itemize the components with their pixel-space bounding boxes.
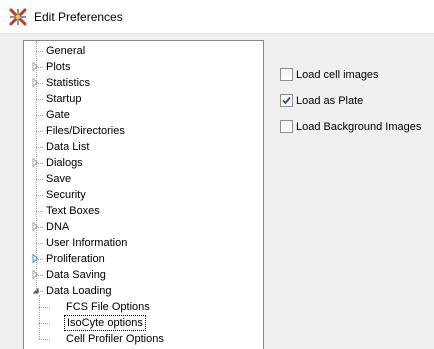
tree-connector xyxy=(36,243,43,244)
tree-item-label[interactable]: Save xyxy=(44,171,73,187)
tree-item-label[interactable]: Startup xyxy=(44,91,83,107)
load-as-plate-label[interactable]: Load as Plate xyxy=(296,93,363,109)
tree-item[interactable]: Text Boxes xyxy=(24,203,263,219)
tree-item[interactable]: General xyxy=(24,43,263,59)
load-cell-images-checkbox[interactable] xyxy=(280,68,293,81)
tree-item-label[interactable]: Statistics xyxy=(44,75,92,91)
tree-connector xyxy=(39,339,50,340)
tree-item[interactable]: Cell Profiler Options xyxy=(24,331,263,347)
tree-child-guide xyxy=(39,295,40,339)
app-x-logo-icon xyxy=(9,8,27,26)
tree-connector xyxy=(36,131,43,132)
tree-item[interactable]: Files/Directories xyxy=(24,123,263,139)
tree-item-label[interactable]: General xyxy=(44,43,87,59)
tree-item-label[interactable]: FCS File Options xyxy=(64,299,152,315)
load-background-images-checkbox[interactable] xyxy=(280,120,293,133)
tree-connector xyxy=(36,211,43,212)
tree-item-label[interactable]: Data List xyxy=(44,139,91,155)
tree-root-guide xyxy=(36,41,37,291)
tree-connector xyxy=(36,115,43,116)
tree-connector xyxy=(36,51,43,52)
tree-item-label[interactable]: Cell Profiler Options xyxy=(64,331,166,347)
tree-item[interactable]: DNA xyxy=(24,219,263,235)
tree-item-label[interactable]: User Information xyxy=(44,235,129,251)
tree-item[interactable]: User Information xyxy=(24,235,263,251)
tree-item-label[interactable]: IsoCyte options xyxy=(64,315,146,331)
tree-item-label[interactable]: Text Boxes xyxy=(44,203,102,219)
check-mark-icon xyxy=(282,96,291,105)
tree-item-label[interactable]: Dialogs xyxy=(44,155,85,171)
tree-connector xyxy=(36,179,43,180)
window-title: Edit Preferences xyxy=(34,10,123,24)
tree-item[interactable]: Startup xyxy=(24,91,263,107)
tree-item-label[interactable]: DNA xyxy=(44,219,71,235)
tree-item[interactable]: Data Loading xyxy=(24,283,263,299)
tree-item[interactable]: Statistics xyxy=(24,75,263,91)
tree-item[interactable]: Security xyxy=(24,187,263,203)
load-background-images-label[interactable]: Load Background Images xyxy=(296,119,421,135)
tree-item-label[interactable]: Plots xyxy=(44,59,72,75)
tree-item[interactable]: Save xyxy=(24,171,263,187)
tree-item[interactable]: Plots xyxy=(24,59,263,75)
tree-item[interactable]: Dialogs xyxy=(24,155,263,171)
tree-item-label[interactable]: Security xyxy=(44,187,88,203)
tree-item-label[interactable]: Proliferation xyxy=(44,251,107,267)
tree-item[interactable]: Proliferation xyxy=(24,251,263,267)
tree-item[interactable]: Data List xyxy=(24,139,263,155)
tree-item[interactable]: Data Saving xyxy=(24,267,263,283)
tree-item[interactable]: Gate xyxy=(24,107,263,123)
tree-item[interactable]: FCS File Options xyxy=(24,299,263,315)
tree-item-label[interactable]: Gate xyxy=(44,107,72,123)
tree-connector xyxy=(39,323,50,324)
tree-connector xyxy=(36,99,43,100)
title-bar: Edit Preferences xyxy=(0,0,434,34)
preferences-tree[interactable]: General Plots Statistics Startup Gate Files/D… xyxy=(23,40,264,349)
tree-item-label[interactable]: Data Saving xyxy=(44,267,108,283)
tree-connector xyxy=(36,147,43,148)
load-as-plate-checkbox[interactable] xyxy=(280,94,293,107)
tree-connector xyxy=(39,307,50,308)
tree-connector xyxy=(36,195,43,196)
tree-item-label[interactable]: Files/Directories xyxy=(44,123,127,139)
load-cell-images-label[interactable]: Load cell images xyxy=(296,67,379,83)
tree-item-label[interactable]: Data Loading xyxy=(44,283,113,299)
tree-item[interactable]: IsoCyte options xyxy=(24,315,263,331)
